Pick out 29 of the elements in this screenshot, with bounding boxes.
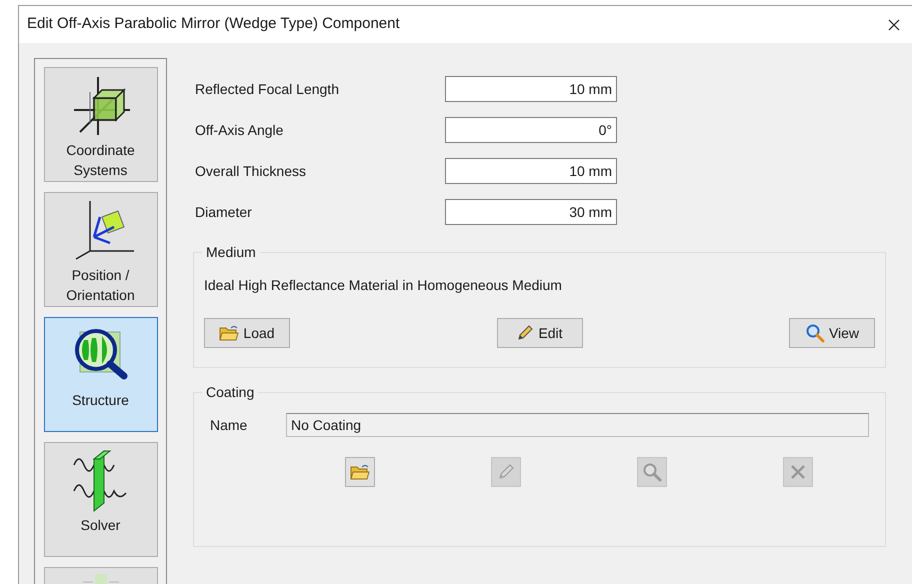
load-button[interactable] <box>345 457 375 487</box>
folder-icon <box>350 463 370 481</box>
pencil-icon <box>497 463 515 481</box>
sidebar-item[interactable]: Solver <box>44 442 158 557</box>
name-field[interactable]: No Coating <box>286 413 869 437</box>
edit-button[interactable]: Edit <box>496 318 582 348</box>
view-button[interactable]: View <box>789 318 875 348</box>
sidebar-item[interactable]: Coordinate Systems <box>44 67 158 182</box>
value-field[interactable]: 10 mm <box>445 76 617 102</box>
value-field[interactable]: 30 mm <box>445 199 617 225</box>
search-icon <box>804 323 825 343</box>
close-icon[interactable] <box>888 18 900 30</box>
field-label: Off-Axis Angle <box>194 120 284 140</box>
field-label: Name <box>210 416 248 434</box>
sidebar-item[interactable]: Structure <box>44 317 158 432</box>
value-field[interactable]: 0° <box>445 117 617 143</box>
sidebar-item[interactable]: Position / Orientation <box>44 192 158 307</box>
pencil-icon <box>516 324 534 342</box>
field-label: Overall Thickness <box>194 162 308 180</box>
value-field[interactable]: 10 mm <box>445 158 617 184</box>
close-icon <box>789 463 807 481</box>
window-title: Edit Off-Axis Parabolic Mirror (Wedge Type) Component <box>27 14 400 34</box>
field-label: Diameter <box>194 202 253 222</box>
field-label: Reflected Focal Length <box>194 80 340 99</box>
folder-icon <box>219 324 240 342</box>
component-icon <box>80 572 120 584</box>
medium-description: Ideal High Reflectance Material in Homogeneous Medium <box>204 276 562 295</box>
load-button[interactable]: Load <box>204 318 290 348</box>
search-icon <box>642 462 662 482</box>
